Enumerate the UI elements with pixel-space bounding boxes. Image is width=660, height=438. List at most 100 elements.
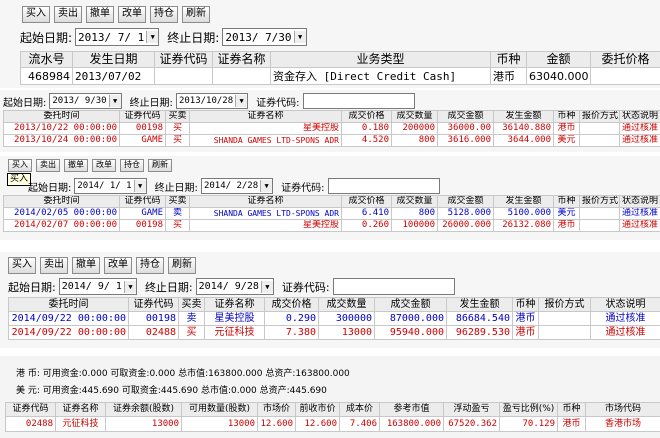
cell: 卖	[165, 207, 190, 220]
table-row[interactable]: 2014/02/05 00:00:00 GAME 卖 SHANDA GAMES LTD…	[3, 207, 660, 220]
cell: 买	[165, 219, 190, 232]
table-header: 证券代码 证券名称 证券余额(股数) 可用数量(股数) 市场价 前收市价 成本价 参考市值 浮动…	[5, 402, 660, 417]
cell: 12.600	[295, 416, 340, 432]
modify-order-button[interactable]: 改单	[92, 159, 116, 172]
table-row[interactable]: 2014/09/22 00:00:00 00198 卖星美控股 0.290 300000…	[8, 311, 660, 326]
buy-button[interactable]: 买入	[8, 257, 36, 274]
code-input[interactable]	[302, 93, 415, 109]
cell: 26132.080	[493, 219, 554, 232]
table-row[interactable]: 2014/02/07 00:00:00 00198 买星美控股 0.260 100000…	[3, 219, 660, 232]
col-header: 发生金额	[493, 195, 554, 208]
chevron-down-icon[interactable]: ▼	[146, 31, 159, 43]
col-header: 状态说明	[619, 195, 660, 208]
cell: 美元	[553, 134, 580, 147]
cell: 800	[391, 207, 438, 220]
cell: GAME	[119, 207, 166, 220]
col-header: 币种	[512, 297, 539, 312]
chevron-down-icon[interactable]: ▼	[260, 280, 273, 293]
cell: 2014/09/22 00:00:00	[8, 325, 129, 340]
refresh-button[interactable]: 刷新	[182, 6, 210, 23]
holdings-button[interactable]: 持仓	[136, 257, 164, 274]
panel-2: 起始日期: 2013/ 9/30 ▼ 终止日期: 2013/10/28 ▼ 证券代码…	[0, 90, 660, 152]
refresh-button[interactable]: 刷新	[168, 257, 196, 274]
col-header: 可用数量(股数)	[181, 402, 258, 417]
col-header: 买卖	[165, 195, 190, 208]
chevron-down-icon[interactable]: ▼	[260, 180, 273, 192]
start-date-picker[interactable]: 2014/ 1/ 1 ▼	[74, 178, 147, 194]
chevron-down-icon[interactable]: ▼	[293, 31, 306, 43]
code-input[interactable]	[332, 278, 455, 295]
chevron-down-icon[interactable]: ▼	[123, 280, 136, 293]
chevron-down-icon[interactable]: ▼	[235, 95, 248, 107]
col-header: 证券代码	[119, 110, 166, 123]
cancel-order-button[interactable]: 撤单	[72, 257, 100, 274]
cell: 通过核准	[619, 122, 660, 135]
table-row[interactable]: 2013/10/24 00:00:00 GAME 买 SHANDA GAMES LTD…	[3, 134, 660, 147]
code-input[interactable]	[327, 178, 440, 194]
col-header: 币种	[553, 195, 580, 208]
buy-button[interactable]: 买入	[8, 159, 32, 172]
cell: 2014/02/07 00:00:00	[3, 219, 120, 232]
col-header: 成交价格	[341, 110, 392, 123]
end-date-label: 终止日期:	[129, 97, 173, 109]
cell: 香港市场	[585, 416, 660, 432]
cell: 95940.000	[374, 325, 447, 340]
end-date-value: 2014/ 2/28	[203, 181, 259, 191]
sell-button[interactable]: 卖出	[40, 257, 68, 274]
start-date-value: 2013/ 9/30	[52, 96, 107, 106]
end-date-value: 2013/10/28	[178, 96, 234, 106]
cell	[538, 311, 591, 326]
col-header: 证券名称	[55, 402, 106, 417]
start-date-picker[interactable]: 2014/ 9/ 1 ▼	[58, 278, 137, 295]
col-header: 委托时间	[8, 297, 129, 312]
sell-button[interactable]: 卖出	[54, 6, 82, 23]
end-date-picker[interactable]: 2013/10/28 ▼	[175, 93, 249, 109]
end-date-picker[interactable]: 2014/ 9/28 ▼	[195, 278, 274, 295]
cancel-order-button[interactable]: 撤单	[86, 6, 114, 23]
cell: 6.410	[341, 207, 392, 220]
sell-button[interactable]: 卖出	[36, 159, 60, 172]
trade-table-2013: 委托时间 证券代码 买卖 证券名称 成交价格 成交数量 成交金额 发生金额 币种 报价方式 状态说明…	[3, 110, 660, 147]
table-row[interactable]: 2013/10/22 00:00:00 00198 买星美控股 0.180 200000…	[3, 122, 660, 135]
table-row[interactable]: 2014/09/22 00:00:00 02488 买元征科技 7.380 13000 9…	[8, 325, 660, 340]
code-label: 证券代码:	[281, 280, 330, 294]
cell: 36140.880	[493, 122, 554, 135]
end-date-picker[interactable]: 2014/ 2/28 ▼	[200, 178, 274, 194]
holdings-button[interactable]: 持仓	[150, 6, 178, 23]
col-header: 证券名称	[189, 195, 342, 208]
chevron-down-icon[interactable]: ▼	[108, 95, 121, 107]
start-date-picker[interactable]: 2013/ 9/30 ▼	[49, 93, 122, 109]
chevron-down-icon[interactable]: ▼	[133, 180, 146, 192]
refresh-button[interactable]: 刷新	[148, 159, 172, 172]
start-date-picker[interactable]: 2013/ 7/ 1 ▼	[75, 28, 160, 46]
cell: 0.290	[264, 311, 319, 326]
cancel-order-button[interactable]: 撤单	[64, 159, 88, 172]
cell: 7.406	[339, 416, 380, 432]
col-header: 成交数量	[391, 110, 438, 123]
cell	[579, 122, 620, 135]
cell: 63040.000	[526, 67, 591, 85]
col-header: 前收市价	[295, 402, 340, 417]
end-date-label: 终止日期:	[154, 182, 198, 194]
table-row[interactable]: 468984 2013/07/02 资金存入 [Direct Credit Ca…	[20, 67, 660, 85]
col-header: 证券名称	[212, 51, 271, 68]
col-header: 成本价	[339, 402, 380, 417]
end-date-picker[interactable]: 2013/ 7/30 ▼	[222, 28, 307, 46]
start-date-label: 起始日期:	[3, 97, 47, 109]
holdings-button[interactable]: 持仓	[120, 159, 144, 172]
cell: 00198	[128, 311, 179, 326]
col-header: 发生金额	[493, 110, 554, 123]
cell	[590, 67, 660, 85]
cell: 13000	[181, 416, 258, 432]
table-row[interactable]: 02488 元征科技 13000 13000 12.600 12.600 7.406 1638…	[5, 416, 660, 432]
modify-order-button[interactable]: 改单	[104, 257, 132, 274]
modify-order-button[interactable]: 改单	[118, 6, 146, 23]
cell: 星美控股	[189, 219, 342, 232]
cell: 13000	[105, 416, 182, 432]
cell: 2013/10/22 00:00:00	[3, 122, 120, 135]
table-header: 流水号 发生日期 证券代码 证券名称 业务类型 币种 金额 委托价格	[20, 51, 660, 68]
cell	[538, 325, 591, 340]
buy-button[interactable]: 买入	[22, 6, 50, 23]
col-header: 证券代码	[154, 51, 213, 68]
table-header: 委托时间 证券代码 买卖 证券名称 成交价格 成交数量 成交金额 发生金额 币种 报价方式 状态说明	[3, 110, 660, 123]
